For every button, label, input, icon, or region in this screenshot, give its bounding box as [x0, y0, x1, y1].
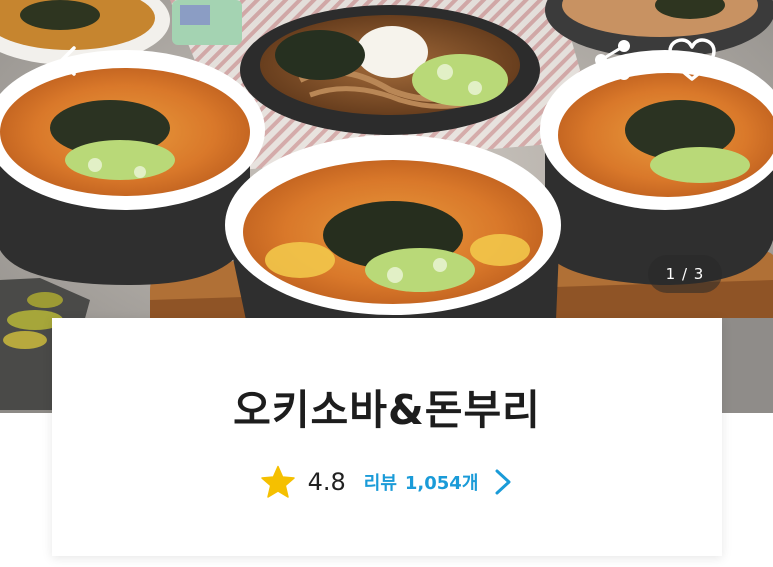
- store-name: 오키소바&돈부리: [233, 386, 541, 434]
- image-pager-badge: 1 / 3: [648, 255, 722, 293]
- favorite-button[interactable]: [664, 34, 720, 86]
- store-detail-screen: 1 / 3 오키소바&돈부리 4.8 리뷰 1,054개: [0, 0, 773, 567]
- share-icon: [595, 40, 630, 80]
- review-count: 1,054개: [404, 473, 479, 494]
- back-button[interactable]: [52, 38, 104, 84]
- heart-outline-icon: [668, 38, 716, 81]
- store-info-card: 오키소바&돈부리 4.8 리뷰 1,054개: [52, 318, 722, 556]
- review-link[interactable]: 리뷰 1,054개: [364, 467, 515, 497]
- rating-value: 4.8: [307, 468, 346, 496]
- review-label: 리뷰: [363, 473, 397, 494]
- rating-row: 4.8 리뷰 1,054개: [52, 464, 722, 500]
- share-button[interactable]: [588, 36, 638, 84]
- star-icon: [260, 465, 295, 498]
- chevron-right-icon: [495, 469, 511, 495]
- arrow-left-icon: [59, 46, 98, 76]
